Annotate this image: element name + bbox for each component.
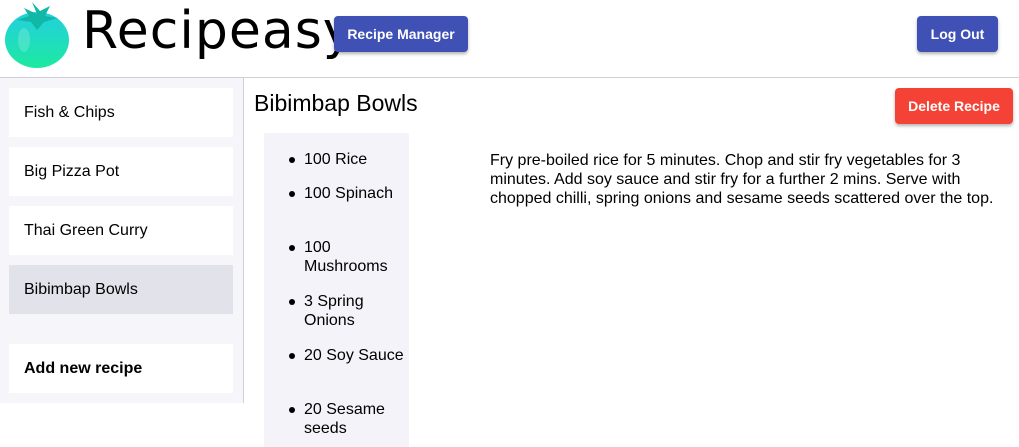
ingredient-item: 100 Spinach xyxy=(289,184,404,203)
recipe-manager-button[interactable]: Recipe Manager xyxy=(334,16,468,52)
ingredients-panel: 100 Rice 100 Spinach 100 Mushrooms 3 Spr… xyxy=(264,133,409,447)
sidebar-item-thai-green-curry[interactable]: Thai Green Curry xyxy=(9,206,233,255)
sidebar-item-big-pizza-pot[interactable]: Big Pizza Pot xyxy=(9,147,233,196)
app-header: Recipeasy Recipe Manager Log Out xyxy=(0,0,1019,78)
sidebar-item-label: Thai Green Curry xyxy=(24,221,148,239)
add-new-recipe-button[interactable]: Add new recipe xyxy=(9,344,233,393)
sidebar-item-label: Big Pizza Pot xyxy=(24,162,120,180)
sidebar-item-label: Bibimbap Bowls xyxy=(24,280,138,298)
sidebar-item-bibimbap-bowls[interactable]: Bibimbap Bowls xyxy=(9,265,233,314)
sidebar-item-label: Fish & Chips xyxy=(24,103,115,121)
recipe-title: Bibimbap Bowls xyxy=(254,90,418,116)
delete-recipe-button[interactable]: Delete Recipe xyxy=(895,88,1013,124)
tomato-icon xyxy=(4,0,74,70)
sidebar-item-fish-and-chips[interactable]: Fish & Chips xyxy=(9,88,233,137)
ingredient-item: 20 Sesame seeds xyxy=(289,400,404,438)
brand-name: Recipeasy xyxy=(82,1,355,61)
ingredient-item: 100 Rice xyxy=(289,150,404,169)
logout-button[interactable]: Log Out xyxy=(917,16,998,52)
add-new-recipe-label: Add new recipe xyxy=(24,359,143,377)
recipe-sidebar: Fish & Chips Big Pizza Pot Thai Green Cu… xyxy=(0,78,244,403)
ingredient-item: 20 Soy Sauce xyxy=(289,347,404,364)
recipe-method: Fry pre-boiled rice for 5 minutes. Chop … xyxy=(490,152,994,207)
ingredient-item: 3 Spring Onions xyxy=(289,292,404,330)
ingredient-item: 100 Mushrooms xyxy=(289,238,404,276)
